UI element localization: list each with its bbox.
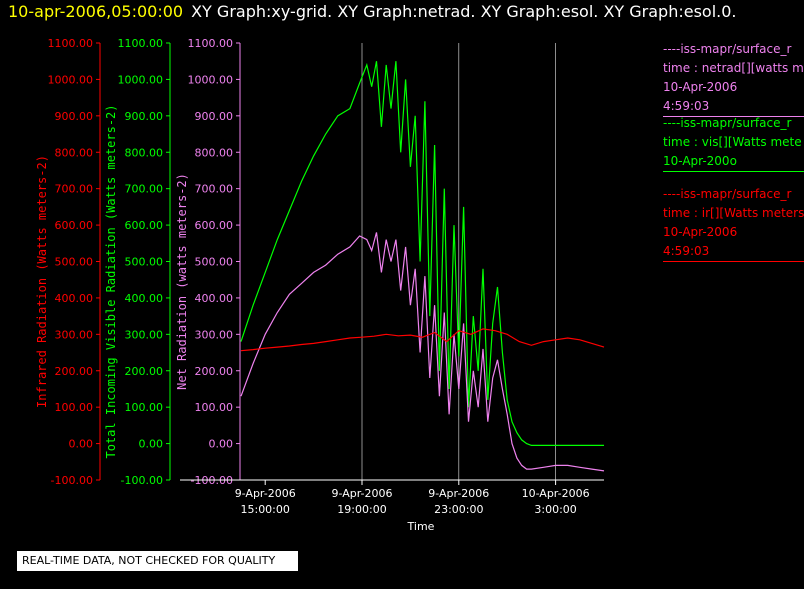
y-tick-label: 1000.00 — [48, 73, 94, 86]
y-tick-label: 700.00 — [195, 183, 234, 196]
legend-line: 10-Apr-200o — [663, 154, 737, 168]
y-tick-label: 300.00 — [125, 328, 164, 341]
x-tick-label: 23:00:00 — [434, 503, 483, 516]
x-tick-label: 19:00:00 — [337, 503, 386, 516]
quality-notice: REAL-TIME DATA, NOT CHECKED FOR QUALITY — [17, 551, 298, 571]
legend-line: time : vis[][Watts mete — [663, 135, 802, 149]
y-tick-label: 500.00 — [55, 256, 94, 269]
y-tick-label: 200.00 — [55, 365, 94, 378]
y-tick-label: 900.00 — [195, 110, 234, 123]
legend-line: 4:59:03 — [663, 244, 710, 258]
legend-line: 10-Apr-2006 — [663, 225, 738, 239]
series-total-incoming-visible-radiation — [240, 61, 604, 446]
y-tick-label: 600.00 — [125, 219, 164, 232]
y-tick-label: 800.00 — [195, 146, 234, 159]
y-axis-title: Infrared Radiation (Watts meters-2) — [35, 155, 49, 408]
y-tick-label: 900.00 — [125, 110, 164, 123]
y-tick-label: 200.00 — [125, 365, 164, 378]
y-tick-label: 600.00 — [195, 219, 234, 232]
y-tick-label: 200.00 — [195, 365, 234, 378]
y-tick-label: 0.00 — [69, 438, 94, 451]
legend-separator — [663, 261, 804, 262]
x-tick-label: 9-Apr-2006 — [331, 487, 392, 500]
x-tick-label: 9-Apr-2006 — [235, 487, 296, 500]
y-axis-1: -100.00 0.00 100.00 200.00 300.00 400.00 500.0… — [35, 37, 101, 487]
legend-line: ----iss-mapr/surface_r — [663, 116, 792, 130]
y-tick-label: -100.00 — [121, 474, 163, 487]
y-axis-2: -100.00 0.00 100.00 200.00 300.00 400.00 500.0… — [104, 37, 171, 487]
legend-line: 10-Apr-2006 — [663, 80, 738, 94]
y-tick-label: 100.00 — [55, 401, 94, 414]
x-tick-label: 9-Apr-2006 — [428, 487, 489, 500]
y-tick-label: 1100.00 — [188, 37, 234, 50]
y-tick-label: 500.00 — [125, 256, 164, 269]
y-tick-label: 500.00 — [195, 256, 234, 269]
y-tick-label: 1100.00 — [48, 37, 94, 50]
y-axis-title: Net Radiation (watts meters-2) — [175, 173, 189, 390]
y-tick-label: 300.00 — [195, 328, 234, 341]
axes-layer: -100.00 0.00 100.00 200.00 300.00 400.00 500.0… — [35, 37, 241, 487]
x-axis: 9-Apr-2006 15:00:00 9-Apr-2006 19:00:00 9-Ap… — [180, 479, 604, 533]
series-infrared-radiation — [240, 328, 605, 352]
series-layer — [240, 61, 605, 472]
legend-entry: ----iss-mapr/surface_rtime : vis[][Watts… — [663, 114, 804, 172]
y-axis-3: -100.000.00100.00200.00300.00400.00500.0… — [175, 37, 241, 487]
legend-line: ----iss-mapr/surface_r — [663, 42, 792, 56]
y-tick-label: 700.00 — [55, 183, 94, 196]
y-tick-label: -100.00 — [51, 474, 93, 487]
y-tick-label: 100.00 — [195, 401, 234, 414]
x-axis-title: Time — [407, 520, 435, 533]
y-tick-label: 700.00 — [125, 183, 164, 196]
x-tick-label: 15:00:00 — [240, 503, 289, 516]
y-tick-label: 900.00 — [55, 110, 94, 123]
x-tick-label: 3:00:00 — [534, 503, 576, 516]
legend-line: time : ir[][Watts meters — [663, 206, 804, 220]
y-axis-title: Total Incoming Visible Radiation (Watts … — [104, 104, 118, 458]
legend-line: ----iss-mapr/surface_r — [663, 187, 792, 201]
y-tick-label: 1100.00 — [118, 37, 164, 50]
legend-line: time : netrad[][watts m — [663, 61, 804, 75]
y-tick-label: 400.00 — [195, 292, 234, 305]
y-tick-label: 0.00 — [139, 438, 164, 451]
y-tick-label: 600.00 — [55, 219, 94, 232]
x-tick-label: 10-Apr-2006 — [522, 487, 590, 500]
legend-entry: ----iss-mapr/surface_rtime : netrad[][wa… — [663, 40, 804, 117]
y-tick-label: 400.00 — [125, 292, 164, 305]
y-tick-label: 300.00 — [55, 328, 94, 341]
legend-separator — [663, 171, 804, 172]
y-tick-label: 800.00 — [125, 146, 164, 159]
y-tick-label: 1000.00 — [118, 73, 164, 86]
y-tick-label: 800.00 — [55, 146, 94, 159]
y-tick-label: 400.00 — [55, 292, 94, 305]
y-tick-label: 1000.00 — [188, 73, 234, 86]
series-net-radiation — [240, 232, 605, 472]
y-tick-label: 0.00 — [209, 438, 234, 451]
y-tick-label: 100.00 — [125, 401, 164, 414]
legend-entry: ----iss-mapr/surface_rtime : ir[][Watts … — [663, 185, 804, 262]
